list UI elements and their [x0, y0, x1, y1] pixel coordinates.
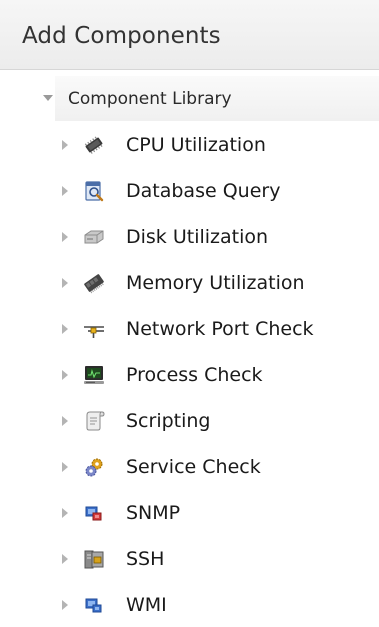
- collapse-chevron-icon[interactable]: [43, 95, 53, 101]
- tree-item-label: Process Check: [126, 364, 263, 386]
- tree-item-label: Database Query: [126, 180, 281, 202]
- network-port-icon: [83, 318, 105, 340]
- expand-arrow-icon[interactable]: [62, 600, 68, 610]
- tree-item-label: Scripting: [126, 410, 211, 432]
- tree-item-label: Service Check: [126, 456, 261, 478]
- tree-item-label: CPU Utilization: [126, 134, 266, 156]
- tree-item-service-check[interactable]: Service Check: [62, 448, 362, 488]
- tree-item-label: Network Port Check: [126, 318, 314, 340]
- tree-node-label: Component Library: [68, 89, 232, 109]
- expand-arrow-icon[interactable]: [62, 186, 68, 196]
- tree-item-scripting[interactable]: Scripting: [62, 402, 362, 442]
- script-scroll-icon: [83, 410, 105, 432]
- tree-item-label: Disk Utilization: [126, 226, 269, 248]
- snmp-network-icon: [83, 502, 105, 524]
- ssh-server-icon: [83, 548, 105, 570]
- expand-arrow-icon[interactable]: [62, 554, 68, 564]
- tree-item-process-check[interactable]: Process Check: [62, 356, 362, 396]
- expand-arrow-icon[interactable]: [62, 232, 68, 242]
- memory-module-icon: [83, 272, 105, 294]
- tree-item-ssh[interactable]: SSH: [62, 540, 362, 580]
- cpu-chip-icon: [83, 134, 105, 156]
- expand-arrow-icon[interactable]: [62, 324, 68, 334]
- panel-header: Add Components: [0, 0, 379, 70]
- expand-arrow-icon[interactable]: [62, 140, 68, 150]
- tree-item-wmi[interactable]: WMI: [62, 586, 362, 626]
- tree-item-snmp[interactable]: SNMP: [62, 494, 362, 534]
- expand-arrow-icon[interactable]: [62, 278, 68, 288]
- expand-arrow-icon[interactable]: [62, 462, 68, 472]
- tree-item-memory-utilization[interactable]: Memory Utilization: [62, 264, 362, 304]
- tree-node-component-library[interactable]: Component Library: [43, 76, 379, 121]
- expand-arrow-icon[interactable]: [62, 416, 68, 426]
- disk-drive-icon: [83, 226, 105, 248]
- tree-item-label: SSH: [126, 548, 165, 570]
- wmi-network-icon: [83, 594, 105, 616]
- process-monitor-icon: [83, 364, 105, 386]
- tree-item-label: WMI: [126, 594, 167, 616]
- tree-item-label: SNMP: [126, 502, 181, 524]
- tree-item-cpu-utilization[interactable]: CPU Utilization: [62, 126, 362, 166]
- panel-title: Add Components: [22, 23, 221, 49]
- tree-item-disk-utilization[interactable]: Disk Utilization: [62, 218, 362, 258]
- service-gears-icon: [83, 456, 105, 478]
- database-query-icon: [83, 180, 105, 202]
- expand-arrow-icon[interactable]: [62, 508, 68, 518]
- expand-arrow-icon[interactable]: [62, 370, 68, 380]
- tree-item-database-query[interactable]: Database Query: [62, 172, 362, 212]
- tree-item-label: Memory Utilization: [126, 272, 305, 294]
- tree-item-network-port-check[interactable]: Network Port Check: [62, 310, 362, 350]
